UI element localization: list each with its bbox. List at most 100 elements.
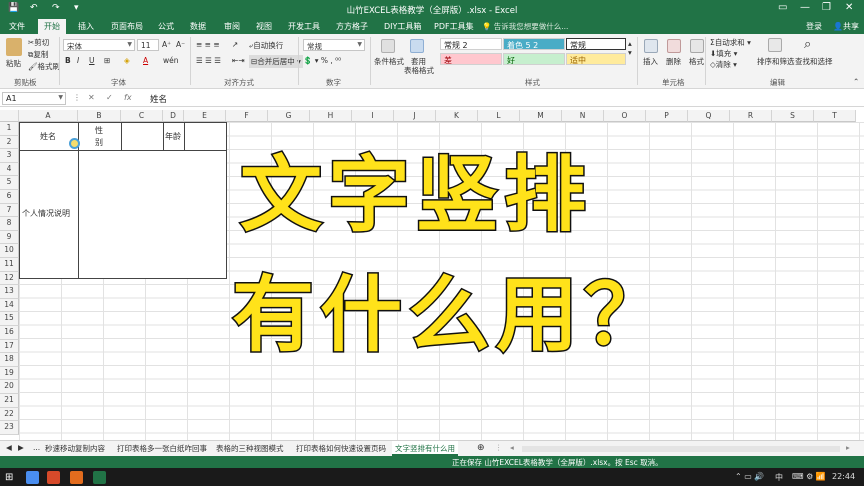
cut-button[interactable]: ✂剪切: [28, 37, 49, 48]
table-format-icon[interactable]: [410, 39, 424, 53]
row-header[interactable]: 8: [0, 217, 19, 231]
sheet-tab[interactable]: 打印表格多一张白纸咋回事: [117, 443, 207, 454]
format-cells-button[interactable]: 格式: [689, 56, 704, 67]
find-select-icon[interactable]: ⌕: [804, 37, 811, 52]
row-header[interactable]: 14: [0, 298, 19, 313]
insert-cells-button[interactable]: 插入: [643, 56, 658, 67]
cell-b3-merged[interactable]: [78, 150, 227, 279]
font-size-combo[interactable]: 11: [137, 39, 159, 51]
copy-button[interactable]: ⧉复制: [28, 49, 48, 60]
sheet-next-icon[interactable]: ▶: [18, 443, 24, 452]
horizontal-scrollbar[interactable]: [522, 446, 840, 452]
bold-button[interactable]: B: [65, 56, 71, 65]
tray-icons-2[interactable]: ⌨ ⚙ 📶: [792, 472, 826, 481]
close-button[interactable]: ✕: [845, 2, 853, 13]
tab-diy-tools[interactable]: DIY工具箱: [384, 21, 421, 32]
fill-color-button[interactable]: ◈: [124, 56, 130, 65]
font-color-button[interactable]: A: [143, 56, 148, 65]
insert-function-icon[interactable]: fx: [124, 93, 132, 102]
column-header[interactable]: B: [78, 110, 121, 122]
sheet-tab[interactable]: 秒速移动复制内容: [45, 443, 105, 454]
row-header[interactable]: 20: [0, 380, 19, 394]
column-header[interactable]: K: [436, 110, 478, 122]
media-icon[interactable]: [70, 471, 83, 484]
column-header[interactable]: S: [772, 110, 814, 122]
row-header[interactable]: 7: [0, 203, 19, 218]
delete-cells-icon[interactable]: [667, 39, 681, 53]
sheet-tab[interactable]: 表格的三种视图模式: [216, 443, 284, 454]
row-header[interactable]: 3: [0, 149, 19, 163]
row-header[interactable]: 16: [0, 326, 19, 340]
tab-home[interactable]: 开始: [38, 19, 66, 34]
find-select-button[interactable]: 查找和选择: [795, 56, 833, 67]
underline-button[interactable]: U: [89, 56, 95, 65]
column-header[interactable]: E: [184, 110, 226, 122]
row-header[interactable]: 2: [0, 135, 19, 150]
cell-c1-merged[interactable]: [121, 122, 164, 151]
column-header[interactable]: N: [562, 110, 604, 122]
row-header[interactable]: 6: [0, 190, 19, 204]
tab-page-layout[interactable]: 页面布局: [111, 21, 143, 32]
tab-developer[interactable]: 开发工具: [288, 21, 320, 32]
add-sheet-icon[interactable]: ⊕: [477, 443, 485, 453]
align-left-icon[interactable]: ☰ ☰ ☰: [196, 56, 221, 65]
sheet-options-icon[interactable]: ⋮: [495, 443, 503, 452]
column-header[interactable]: A: [19, 110, 78, 122]
conditional-format-icon[interactable]: [381, 39, 395, 53]
collapse-ribbon-icon[interactable]: ⌃: [853, 77, 859, 86]
conditional-format-button[interactable]: 条件格式: [374, 56, 404, 67]
font-name-combo[interactable]: 宋体 ▼: [63, 39, 135, 51]
restore-button[interactable]: ❐: [822, 2, 831, 13]
row-header[interactable]: 9: [0, 230, 19, 245]
row-header[interactable]: 5: [0, 176, 19, 190]
scroll-left-icon[interactable]: ◂: [510, 443, 514, 452]
column-header[interactable]: I: [352, 110, 394, 122]
format-cells-icon[interactable]: [690, 39, 704, 53]
column-header[interactable]: L: [478, 110, 520, 122]
share-button[interactable]: 👤共享: [833, 21, 859, 32]
style-bad[interactable]: 差: [440, 53, 502, 65]
fill-button[interactable]: ⬇填充 ▾: [710, 48, 737, 59]
row-header[interactable]: 18: [0, 353, 19, 367]
row-header[interactable]: 21: [0, 394, 19, 408]
italic-button[interactable]: I: [77, 56, 79, 65]
row-header[interactable]: 17: [0, 339, 19, 354]
clear-button[interactable]: ◇清除 ▾: [710, 59, 737, 70]
excel-taskbar-icon[interactable]: [93, 471, 106, 484]
font-grow-button[interactable]: A⁺: [162, 40, 171, 49]
row-header[interactable]: 11: [0, 258, 19, 272]
phonetic-button[interactable]: wén: [163, 56, 179, 65]
minimize-button[interactable]: —: [800, 2, 810, 13]
align-top-icon[interactable]: ≡ ≡ ≡: [196, 40, 220, 49]
column-header[interactable]: D: [163, 110, 184, 122]
tab-formulas[interactable]: 公式: [158, 21, 174, 32]
style-neutral[interactable]: 适中: [566, 53, 626, 65]
scroll-right-icon[interactable]: ▸: [846, 443, 850, 452]
row-header[interactable]: 23: [0, 421, 19, 435]
column-header[interactable]: O: [604, 110, 646, 122]
row-header[interactable]: 10: [0, 244, 19, 258]
column-header[interactable]: G: [268, 110, 310, 122]
tab-file[interactable]: 文件: [9, 21, 25, 32]
row-header[interactable]: 22: [0, 407, 19, 422]
sheet-nav-more[interactable]: ...: [33, 443, 40, 452]
tab-view[interactable]: 视图: [256, 21, 272, 32]
tab-fangfang[interactable]: 方方格子: [336, 21, 368, 32]
sheet-tab-active[interactable]: 文字竖排有什么用: [392, 441, 458, 456]
browser-icon[interactable]: [26, 471, 39, 484]
styles-scroll-icon[interactable]: ▴ ▾: [628, 39, 632, 57]
tab-insert[interactable]: 插入: [78, 21, 94, 32]
row-header[interactable]: 15: [0, 312, 19, 326]
column-header[interactable]: J: [394, 110, 436, 122]
row-header[interactable]: 12: [0, 271, 19, 286]
number-format-combo[interactable]: 常规 ▼: [303, 39, 365, 51]
style-good[interactable]: 好: [503, 53, 565, 65]
cancel-icon[interactable]: ✕: [88, 93, 95, 102]
paste-button[interactable]: 粘贴: [6, 58, 21, 69]
options-icon[interactable]: ⋮: [73, 93, 81, 102]
merge-center-button[interactable]: ⊟合并后居中 ▾: [249, 55, 303, 68]
column-header[interactable]: H: [310, 110, 352, 122]
tray-icons[interactable]: ⌃ ▭ 🔊: [735, 472, 764, 481]
tab-pdf-tools[interactable]: PDF工具集: [434, 21, 474, 32]
login-link[interactable]: 登录: [806, 21, 822, 32]
